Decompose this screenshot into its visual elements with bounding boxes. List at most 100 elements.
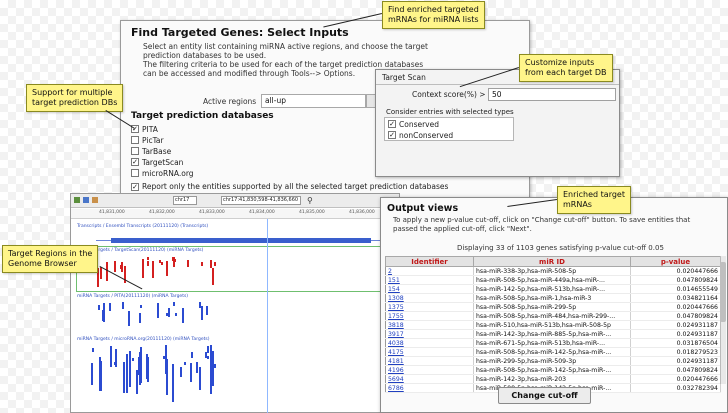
checkbox-checked-icon[interactable]: ✓ [131, 158, 139, 166]
mirna-target-feature[interactable] [187, 260, 189, 267]
mirna-target-feature[interactable] [114, 261, 116, 272]
table-row[interactable]: 3917 hsa-miR-142-3p,hsa-miR-885-5p,hsa-mi… [385, 329, 721, 339]
mirna-target-feature[interactable] [205, 352, 207, 358]
identifier-cell[interactable]: 154 [385, 284, 474, 294]
scrollbar-thumb[interactable] [720, 262, 726, 322]
identifier-cell[interactable]: 151 [385, 275, 474, 285]
mirna-target-feature[interactable] [132, 358, 134, 361]
mirna-target-feature[interactable] [100, 268, 102, 272]
mirna-target-feature[interactable] [92, 348, 94, 352]
mirna-target-feature[interactable] [142, 265, 144, 278]
mirna-target-feature[interactable] [184, 362, 186, 365]
mirna-target-feature[interactable] [210, 260, 212, 268]
identifier-cell[interactable]: 1308 [385, 293, 474, 303]
database-option-microrna-org[interactable]: microRNA.org [131, 168, 194, 178]
mirna-target-feature[interactable] [98, 305, 100, 310]
table-row[interactable]: 154 hsa-miR-142-5p,hsa-miR-513b,hsa-miR-.… [385, 284, 721, 294]
table-row[interactable]: 1308 hsa-miR-508-5p,hsa-miR-1,hsa-miR-3 0.… [385, 293, 721, 303]
mirna-target-feature[interactable] [207, 356, 209, 359]
checkbox-checked-icon[interactable]: ✓ [388, 131, 396, 139]
identifier-cell[interactable]: 4196 [385, 365, 474, 375]
identifier-cell[interactable]: 4038 [385, 338, 474, 348]
mirna-target-feature[interactable] [126, 354, 128, 373]
identifier-cell[interactable]: 3818 [385, 320, 474, 330]
change-cutoff-button[interactable]: Change cut-off [498, 387, 591, 404]
mirna-target-feature[interactable] [120, 266, 122, 269]
table-row[interactable]: 151 hsa-miR-508-5p,hsa-miR-449a,hsa-miR-.… [385, 275, 721, 285]
mirna-target-feature[interactable] [212, 268, 214, 285]
report-supported-option[interactable]: ✓ Report only the entities supported by … [131, 182, 448, 191]
mirna-target-feature[interactable] [207, 346, 209, 353]
mirna-target-feature[interactable] [166, 261, 168, 276]
checkbox-unchecked-icon[interactable] [131, 169, 139, 177]
mirna-target-feature[interactable] [123, 362, 125, 393]
column-header-p-value[interactable]: p-value [630, 256, 721, 267]
mirna-target-feature[interactable] [199, 302, 201, 308]
mirna-target-feature[interactable] [180, 367, 182, 377]
mirna-target-feature[interactable] [182, 308, 184, 323]
pita-features[interactable] [91, 302, 221, 332]
mirna-target-feature[interactable] [140, 305, 142, 308]
table-row[interactable]: 4038 hsa-miR-671-5p,hsa-miR-513b,hsa-miR-… [385, 338, 721, 348]
context-score-input[interactable]: 50 [488, 88, 616, 101]
mirna-target-feature[interactable] [102, 310, 104, 321]
mirna-target-feature[interactable] [191, 352, 193, 358]
mirna-target-feature[interactable] [147, 257, 149, 260]
mirna-target-feature[interactable] [201, 262, 203, 266]
mirna-target-feature[interactable] [109, 303, 111, 311]
mirna-target-feature[interactable] [139, 313, 141, 323]
refresh-icon[interactable] [83, 197, 89, 203]
mirna-target-feature[interactable] [147, 261, 149, 266]
mirna-target-feature[interactable] [146, 364, 148, 379]
mirna-target-feature[interactable] [122, 302, 124, 309]
microrna-org-features[interactable] [91, 345, 221, 411]
zoom-icon[interactable] [92, 197, 98, 203]
database-option-tarbase[interactable]: TarBase [131, 146, 171, 156]
identifier-cell[interactable]: 2 [385, 266, 474, 276]
checkbox-checked-icon[interactable]: ✓ [388, 120, 396, 128]
mirna-target-feature[interactable] [146, 354, 148, 364]
identifier-cell[interactable]: 3917 [385, 329, 474, 339]
checkbox-checked-icon[interactable]: ✓ [131, 182, 139, 191]
coordinates-input[interactable]: chr17:41,830,598-41,836,660 [221, 196, 301, 205]
column-header-mir-id[interactable]: miR ID [473, 256, 631, 267]
table-row[interactable]: 2 hsa-miR-338-3p,hsa-miR-508-5p 0.02044766… [385, 266, 721, 276]
position-cursor[interactable] [267, 219, 268, 413]
mirna-target-feature[interactable] [91, 363, 93, 385]
mirna-target-feature[interactable] [159, 260, 161, 263]
identifier-cell[interactable]: 4175 [385, 347, 474, 357]
mirna-target-feature[interactable] [199, 367, 201, 390]
mirna-target-feature[interactable] [140, 347, 142, 383]
home-icon[interactable] [74, 197, 80, 203]
database-option-pictar[interactable]: PicTar [131, 135, 164, 145]
database-option-pita[interactable]: ✓ PITA [131, 124, 158, 134]
mirna-target-feature[interactable] [175, 313, 177, 316]
table-row[interactable]: 3818 hsa-miR-510,hsa-miR-513b,hsa-miR-508… [385, 320, 721, 330]
column-header-identifier[interactable]: Identifier [385, 256, 474, 267]
table-row[interactable]: 4181 hsa-miR-299-5p,hsa-miR-509-3p 0.02493… [385, 356, 721, 366]
mirna-target-feature[interactable] [214, 364, 216, 368]
mirna-target-feature[interactable] [166, 359, 168, 395]
table-row[interactable]: 4196 hsa-miR-508-5p,hsa-miR-142-5p,hsa-mi… [385, 365, 721, 375]
mirna-target-feature[interactable] [210, 365, 212, 394]
checkbox-unchecked-icon[interactable] [131, 147, 139, 155]
mirna-target-feature[interactable] [110, 346, 112, 367]
binoculars-icon[interactable]: ⚲ [307, 196, 317, 206]
active-regions-select[interactable]: all-up [261, 94, 366, 108]
mirna-target-feature[interactable] [214, 262, 216, 266]
type-option-conserved[interactable]: ✓ Conserved [388, 119, 439, 129]
transcript-feature[interactable] [111, 238, 371, 243]
identifier-cell[interactable]: 1755 [385, 311, 474, 321]
mirna-target-feature[interactable] [100, 361, 102, 391]
type-option-nonconserved[interactable]: ✓ nonConserved [388, 130, 453, 140]
identifier-cell[interactable]: 4181 [385, 356, 474, 366]
mirna-target-feature[interactable] [172, 257, 174, 261]
mirna-target-feature[interactable] [115, 349, 117, 367]
mirna-target-feature[interactable] [174, 259, 176, 262]
mirna-target-feature[interactable] [196, 370, 198, 373]
mirna-target-feature[interactable] [157, 303, 159, 318]
mirna-target-feature[interactable] [168, 308, 170, 317]
mirna-target-feature[interactable] [128, 311, 130, 326]
table-row[interactable]: 1375 hsa-miR-508-5p,hsa-miR-299-5p 0.02044… [385, 302, 721, 312]
checkbox-unchecked-icon[interactable] [131, 136, 139, 144]
